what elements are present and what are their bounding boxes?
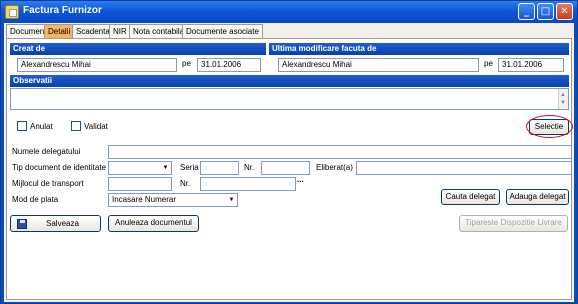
modified-pe-label: pe xyxy=(484,59,493,68)
anulat-checkbox[interactable] xyxy=(17,121,27,131)
mijlocul-transport-field[interactable] xyxy=(108,177,172,191)
observations-scrollbar[interactable] xyxy=(558,89,568,109)
chevron-down-icon[interactable]: ▼ xyxy=(226,194,237,206)
nr2-label: Nr. xyxy=(180,179,191,188)
nr-label: Nr. xyxy=(244,163,255,172)
tab-detalii[interactable]: Detalii xyxy=(44,24,75,38)
tab-documente-asociate[interactable]: Documente asociate xyxy=(182,24,263,38)
tip-document-select[interactable]: ▼ xyxy=(108,161,172,175)
anuleaza-documentul-button[interactable]: Anuleaza documentul xyxy=(108,215,199,232)
nr-field[interactable] xyxy=(261,161,310,175)
mod-plata-label: Mod de plata xyxy=(12,195,59,204)
tab-nir[interactable]: NIR xyxy=(109,24,131,38)
observations-textarea[interactable] xyxy=(10,88,569,110)
seria-label: Seria xyxy=(180,163,199,172)
mod-plata-select[interactable]: Incasare Numerar ▼ xyxy=(108,193,238,207)
tipareste-dispozitie-button[interactable]: Tipareste Dispozitie Livrare xyxy=(459,215,568,232)
close-button[interactable]: ✕ xyxy=(556,3,573,20)
observations-header: Observatii xyxy=(10,75,569,87)
cauta-delegat-button[interactable]: Cauta delegat xyxy=(441,189,500,205)
created-user-field[interactable]: Alexandrescu Mihai xyxy=(17,58,177,72)
minimize-button[interactable]: _ xyxy=(518,3,535,20)
mod-plata-value: Incasare Numerar xyxy=(112,195,177,204)
created-pe-label: pe xyxy=(182,59,191,68)
browse-ellipsis-button[interactable]: ... xyxy=(297,175,304,184)
modified-user-field[interactable]: Alexandrescu Mihai xyxy=(278,58,479,72)
client-area: Document Detalii Scadenta NIR Nota conta… xyxy=(4,23,574,302)
mijlocul-transport-label: Mijlocul de transport xyxy=(12,179,84,188)
maximize-button[interactable]: □ xyxy=(537,3,554,20)
tip-document-label: Tip document de identitate xyxy=(12,163,106,172)
highlight-oval xyxy=(526,115,573,138)
seria-field[interactable] xyxy=(200,161,239,175)
eliberat-label: Eliberat(a) xyxy=(316,163,353,172)
salveaza-label: Salveaza xyxy=(46,219,79,228)
salveaza-button[interactable]: Salveaza xyxy=(10,215,101,232)
title-bar[interactable]: Factura Furnizor _ □ ✕ xyxy=(1,1,577,23)
floppy-disk-icon xyxy=(17,219,27,229)
modified-date-field[interactable]: 31.01.2006 xyxy=(498,58,564,72)
nr2-field[interactable] xyxy=(200,177,296,191)
tab-nota-contabila[interactable]: Nota contabila xyxy=(129,24,189,38)
eliberat-field[interactable] xyxy=(356,161,572,175)
validat-label: Validat xyxy=(84,122,108,131)
created-date-field[interactable]: 31.01.2006 xyxy=(197,58,261,72)
numele-delegatului-label: Numele delegatului xyxy=(12,147,81,156)
modified-header: Ultima modificare facuta de xyxy=(269,43,569,55)
tab-scadenta[interactable]: Scadenta xyxy=(72,24,114,38)
numele-delegatului-field[interactable] xyxy=(108,145,572,159)
details-panel: Creat de Alexandrescu Mihai pe 31.01.200… xyxy=(6,38,573,300)
window-title: Factura Furnizor xyxy=(23,5,102,16)
anulat-label: Anulat xyxy=(30,122,53,131)
window: Factura Furnizor _ □ ✕ Document Detalii … xyxy=(0,0,578,304)
document-icon xyxy=(5,5,19,19)
validat-checkbox[interactable] xyxy=(71,121,81,131)
created-header: Creat de xyxy=(10,43,266,55)
chevron-down-icon[interactable]: ▼ xyxy=(160,162,171,174)
adauga-delegat-button[interactable]: Adauga delegat xyxy=(506,189,569,205)
